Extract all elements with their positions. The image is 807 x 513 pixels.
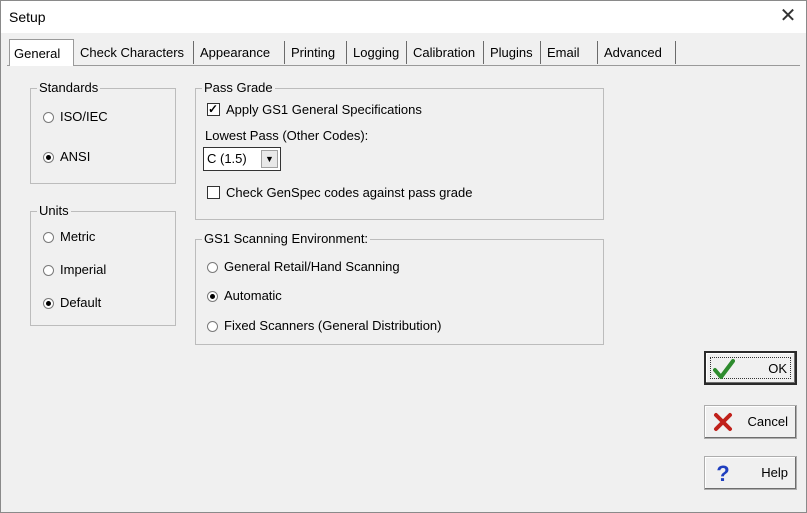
standards-group: Standards ISO/IEC ANSI bbox=[30, 80, 176, 184]
tab-check-characters[interactable]: Check Characters bbox=[76, 41, 194, 64]
radio-label: ISO/IEC bbox=[60, 109, 108, 124]
checkbox-checked-icon bbox=[207, 100, 220, 118]
radio-on-icon bbox=[207, 291, 218, 302]
radio-off-icon bbox=[207, 262, 218, 273]
lowest-pass-value: C (1.5) bbox=[207, 151, 247, 166]
setup-window: Setup ✕ General Check Characters Appeara… bbox=[0, 0, 807, 513]
lowest-pass-label: Lowest Pass (Other Codes): bbox=[205, 128, 369, 143]
title-bar: Setup ✕ bbox=[1, 1, 806, 33]
cancel-label: Cancel bbox=[747, 414, 788, 429]
radio-off-icon bbox=[43, 265, 54, 276]
tab-logging[interactable]: Logging bbox=[349, 41, 407, 64]
help-button[interactable]: ? Help bbox=[704, 456, 797, 490]
radio-label: Automatic bbox=[224, 288, 282, 303]
tab-printing[interactable]: Printing bbox=[287, 41, 347, 64]
tab-plugins[interactable]: Plugins bbox=[486, 41, 541, 64]
units-legend: Units bbox=[37, 203, 71, 219]
checkmark-icon bbox=[713, 359, 735, 379]
help-label: Help bbox=[761, 465, 788, 480]
radio-off-icon bbox=[43, 232, 54, 243]
radio-label: Metric bbox=[60, 229, 96, 244]
ok-label: OK bbox=[768, 361, 787, 376]
radio-label: Imperial bbox=[60, 262, 107, 277]
standards-legend: Standards bbox=[37, 80, 101, 96]
tab-general[interactable]: General bbox=[9, 39, 74, 66]
radio-on-icon bbox=[43, 298, 54, 309]
radio-off-icon bbox=[43, 112, 54, 123]
tab-calibration[interactable]: Calibration bbox=[409, 41, 484, 64]
pass-grade-legend: Pass Grade bbox=[202, 80, 275, 96]
lowest-pass-select[interactable]: C (1.5) ▼ bbox=[203, 147, 281, 171]
cancel-button[interactable]: Cancel bbox=[704, 405, 797, 439]
tab-advanced[interactable]: Advanced bbox=[600, 41, 676, 64]
radio-label: Fixed Scanners (General Distribution) bbox=[224, 318, 442, 333]
help-question-icon: ? bbox=[716, 462, 729, 484]
checkbox-unchecked-icon bbox=[207, 186, 220, 199]
dropdown-arrow-icon[interactable]: ▼ bbox=[261, 150, 278, 168]
radio-off-icon bbox=[207, 321, 218, 332]
pass-grade-group: Pass Grade Apply GS1 General Specificati… bbox=[195, 80, 604, 220]
radio-label: General Retail/Hand Scanning bbox=[224, 259, 400, 274]
units-group: Units Metric Imperial Default bbox=[30, 203, 176, 326]
window-title: Setup bbox=[9, 9, 46, 25]
checkbox-label: Check GenSpec codes against pass grade bbox=[226, 185, 473, 200]
tab-appearance[interactable]: Appearance bbox=[196, 41, 285, 64]
scanning-legend: GS1 Scanning Environment: bbox=[202, 231, 371, 247]
checkbox-label: Apply GS1 General Specifications bbox=[226, 102, 422, 117]
radio-on-icon bbox=[43, 152, 54, 163]
svg-text:?: ? bbox=[716, 462, 729, 484]
cancel-x-icon bbox=[714, 413, 732, 431]
ok-button[interactable]: OK bbox=[704, 351, 797, 385]
tab-email[interactable]: Email bbox=[543, 41, 598, 64]
radio-label: ANSI bbox=[60, 149, 91, 164]
radio-label: Default bbox=[60, 295, 102, 310]
close-icon[interactable]: ✕ bbox=[776, 5, 800, 29]
scanning-environment-group: GS1 Scanning Environment: General Retail… bbox=[195, 231, 604, 345]
